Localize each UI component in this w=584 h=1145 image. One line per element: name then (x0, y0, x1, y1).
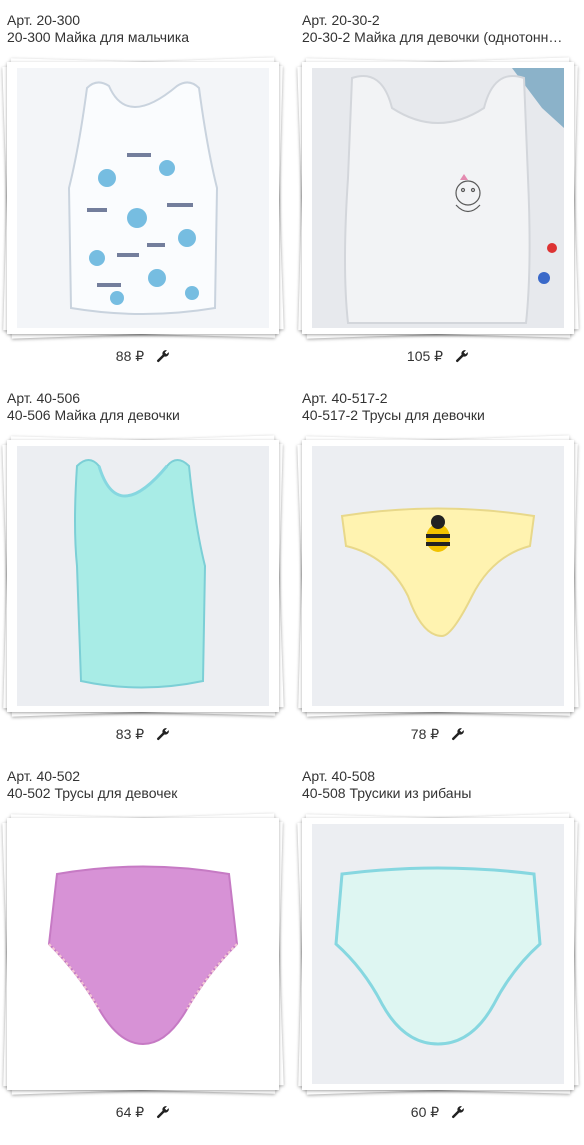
product-photo[interactable] (312, 824, 564, 1084)
product-title[interactable]: 20-30-2 Майка для девочки (однотонн… (302, 29, 572, 46)
photo-frame-front (7, 440, 279, 712)
price-row: 78 ₽ (302, 724, 574, 744)
mint-tank-image (74, 459, 207, 689)
wrench-icon[interactable] (156, 349, 170, 363)
product-card[interactable]: Арт. 40-506 40-506 Майка для девочки 83 … (2, 390, 289, 742)
product-title[interactable]: 40-502 Трусы для девочек (7, 785, 277, 802)
product-photo[interactable] (17, 824, 269, 1084)
wrench-icon[interactable] (451, 1105, 465, 1119)
mint-briefs-image (334, 866, 542, 1046)
product-image-stack[interactable] (2, 435, 284, 717)
product-image-stack[interactable] (297, 435, 579, 717)
product-card[interactable]: Арт. 40-517-2 40-517-2 Трусы для девочки… (297, 390, 584, 742)
product-image-stack[interactable] (297, 57, 579, 339)
photo-frame-front (302, 62, 574, 334)
product-article: Арт. 40-517-2 (302, 390, 388, 406)
product-title[interactable]: 20-300 Майка для мальчика (7, 29, 277, 46)
product-card[interactable]: Арт. 20-30-2 20-30-2 Майка для девочки (… (297, 12, 584, 364)
product-photo[interactable] (17, 68, 269, 328)
wrench-icon[interactable] (156, 727, 170, 741)
product-image-stack[interactable] (2, 813, 284, 1095)
wrench-icon[interactable] (455, 349, 469, 363)
yellow-briefs-bee-image (340, 507, 536, 638)
product-article: Арт. 40-502 (7, 768, 81, 784)
product-card[interactable]: Арт. 40-508 40-508 Трусики из рибаны 60 … (297, 768, 584, 1120)
price: 64 ₽ (115, 1103, 145, 1120)
product-photo[interactable] (312, 446, 564, 706)
product-title[interactable]: 40-517-2 Трусы для девочки (302, 407, 572, 424)
wrench-icon[interactable] (156, 1105, 170, 1119)
price-row: 105 ₽ (302, 346, 574, 366)
product-photo[interactable] (17, 446, 269, 706)
product-title[interactable]: 40-506 Майка для девочки (7, 407, 277, 424)
product-title[interactable]: 40-508 Трусики из рибаны (302, 785, 572, 802)
price: 78 ₽ (410, 725, 440, 742)
pink-briefs-image (47, 865, 239, 1046)
price: 105 ₽ (406, 347, 444, 364)
price-row: 64 ₽ (7, 1102, 279, 1122)
product-article: Арт. 40-508 (302, 768, 376, 784)
product-image-stack[interactable] (2, 57, 284, 339)
price-row: 88 ₽ (7, 346, 279, 366)
product-article: Арт. 20-30-2 (302, 12, 380, 28)
photo-frame-front (7, 818, 279, 1090)
price: 83 ₽ (115, 725, 145, 742)
wrench-icon[interactable] (451, 727, 465, 741)
photo-frame-front (7, 62, 279, 334)
photo-frame-front (302, 440, 574, 712)
price-row: 60 ₽ (302, 1102, 574, 1122)
white-tank-print-image (67, 81, 219, 315)
grey-tank-embroidery-image (312, 68, 564, 328)
product-photo[interactable] (312, 68, 564, 328)
product-article: Арт. 40-506 (7, 390, 81, 406)
price: 88 ₽ (115, 347, 145, 364)
price-row: 83 ₽ (7, 724, 279, 744)
product-article: Арт. 20-300 (7, 12, 81, 28)
product-card[interactable]: Арт. 20-300 20-300 Майка для мальчика 88… (2, 12, 289, 364)
price: 60 ₽ (410, 1103, 440, 1120)
product-card[interactable]: Арт. 40-502 40-502 Трусы для девочек 64 … (2, 768, 289, 1120)
product-grid: Арт. 20-300 20-300 Майка для мальчика 88… (0, 0, 584, 1145)
photo-frame-front (302, 818, 574, 1090)
product-image-stack[interactable] (297, 813, 579, 1095)
